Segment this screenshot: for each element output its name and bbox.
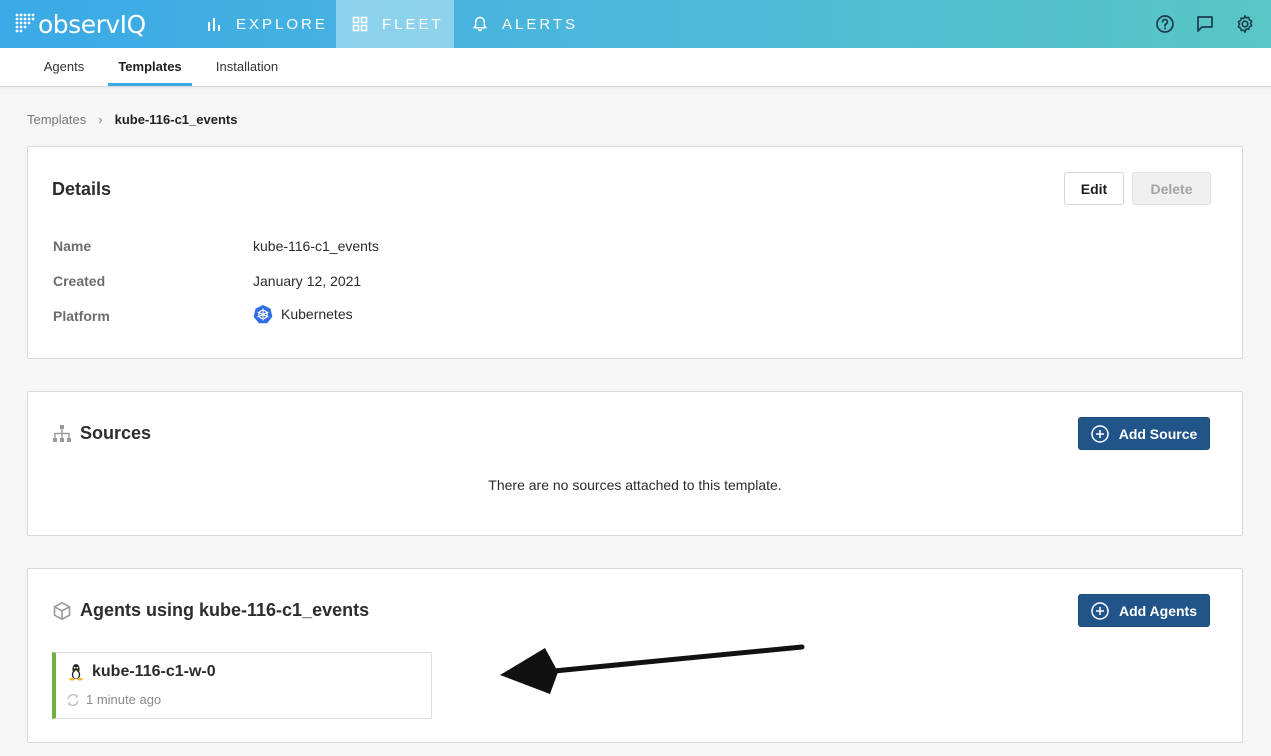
details-title: Details bbox=[52, 179, 112, 199]
tab-agents[interactable]: Agents bbox=[34, 48, 94, 86]
agent-name: kube-116-c1-w-0 bbox=[68, 663, 216, 681]
kubernetes-icon bbox=[253, 305, 273, 324]
add-source-label: Add Source bbox=[1118, 425, 1198, 442]
agent-name-text: kube-116-c1-w-0 bbox=[92, 663, 216, 680]
logo-text: observIQ bbox=[38, 10, 146, 39]
agent-updated-text: 1 minute ago bbox=[86, 692, 162, 707]
cube-icon bbox=[53, 601, 71, 620]
nav-explore[interactable]: EXPLORE bbox=[190, 0, 344, 48]
plus-circle-icon bbox=[1090, 424, 1109, 443]
agent-updated: 1 minute ago bbox=[66, 692, 161, 707]
tab-installation[interactable]: Installation bbox=[206, 48, 288, 86]
nav-alerts-label: ALERTS bbox=[502, 15, 579, 33]
add-source-button[interactable]: Add Source bbox=[1078, 417, 1210, 450]
nav-fleet[interactable]: FLEET bbox=[336, 0, 454, 48]
delete-button[interactable]: Delete bbox=[1132, 172, 1211, 205]
add-agents-label: Add Agents bbox=[1118, 602, 1198, 619]
details-card: Details Edit Delete Name kube-116-c1_eve… bbox=[27, 146, 1243, 359]
tab-templates[interactable]: Templates bbox=[108, 48, 192, 86]
logo-text-iq: IQ bbox=[119, 9, 147, 39]
sitemap-icon bbox=[53, 424, 71, 442]
created-label: Created bbox=[53, 273, 106, 289]
breadcrumb: Templates › kube-116-c1_events bbox=[27, 112, 237, 127]
logo-dots-icon bbox=[15, 13, 35, 33]
add-agents-button[interactable]: Add Agents bbox=[1078, 594, 1210, 627]
agents-title: Agents using kube-116-c1_events bbox=[52, 600, 369, 621]
sources-empty-message: There are no sources attached to this te… bbox=[488, 477, 782, 493]
linux-icon bbox=[69, 664, 83, 681]
bar-chart-icon bbox=[208, 18, 220, 31]
breadcrumb-current: kube-116-c1_events bbox=[114, 112, 238, 127]
edit-button[interactable]: Edit bbox=[1064, 172, 1124, 205]
observiq-logo[interactable]: observIQ bbox=[14, 6, 146, 42]
sources-card: Sources Add Source There are no sources … bbox=[27, 391, 1243, 536]
agent-list-item[interactable]: kube-116-c1-w-0 1 minute ago bbox=[52, 652, 432, 719]
breadcrumb-templates-link[interactable]: Templates bbox=[27, 112, 86, 127]
agents-title-text: Agents using kube-116-c1_events bbox=[80, 600, 370, 620]
help-icon[interactable] bbox=[1153, 12, 1177, 36]
top-navigation-bar: observIQ EXPLORE FLEET ALERTS bbox=[0, 0, 1271, 48]
chat-icon[interactable] bbox=[1193, 12, 1217, 36]
plus-circle-icon bbox=[1091, 601, 1109, 620]
nav-alerts[interactable]: ALERTS bbox=[456, 0, 594, 48]
nav-explore-label: EXPLORE bbox=[236, 15, 328, 33]
sources-title-text: Sources bbox=[80, 423, 152, 443]
platform-label: Platform bbox=[53, 308, 110, 324]
breadcrumb-separator: › bbox=[98, 112, 103, 127]
annotation-arrow bbox=[500, 644, 805, 694]
bell-icon bbox=[473, 16, 487, 32]
name-label: Name bbox=[53, 238, 92, 254]
gear-icon[interactable] bbox=[1233, 12, 1257, 36]
created-value: January 12, 2021 bbox=[253, 273, 362, 289]
sync-icon bbox=[67, 693, 79, 706]
sub-navigation: Agents Templates Installation bbox=[0, 48, 1271, 87]
platform-value: Kubernetes bbox=[253, 304, 353, 324]
nav-fleet-label: FLEET bbox=[382, 15, 444, 33]
platform-value-text: Kubernetes bbox=[281, 306, 353, 322]
sources-title: Sources bbox=[52, 423, 151, 444]
logo-text-observ: observ bbox=[38, 9, 120, 39]
name-value: kube-116-c1_events bbox=[253, 238, 379, 254]
grid-icon bbox=[352, 16, 368, 32]
